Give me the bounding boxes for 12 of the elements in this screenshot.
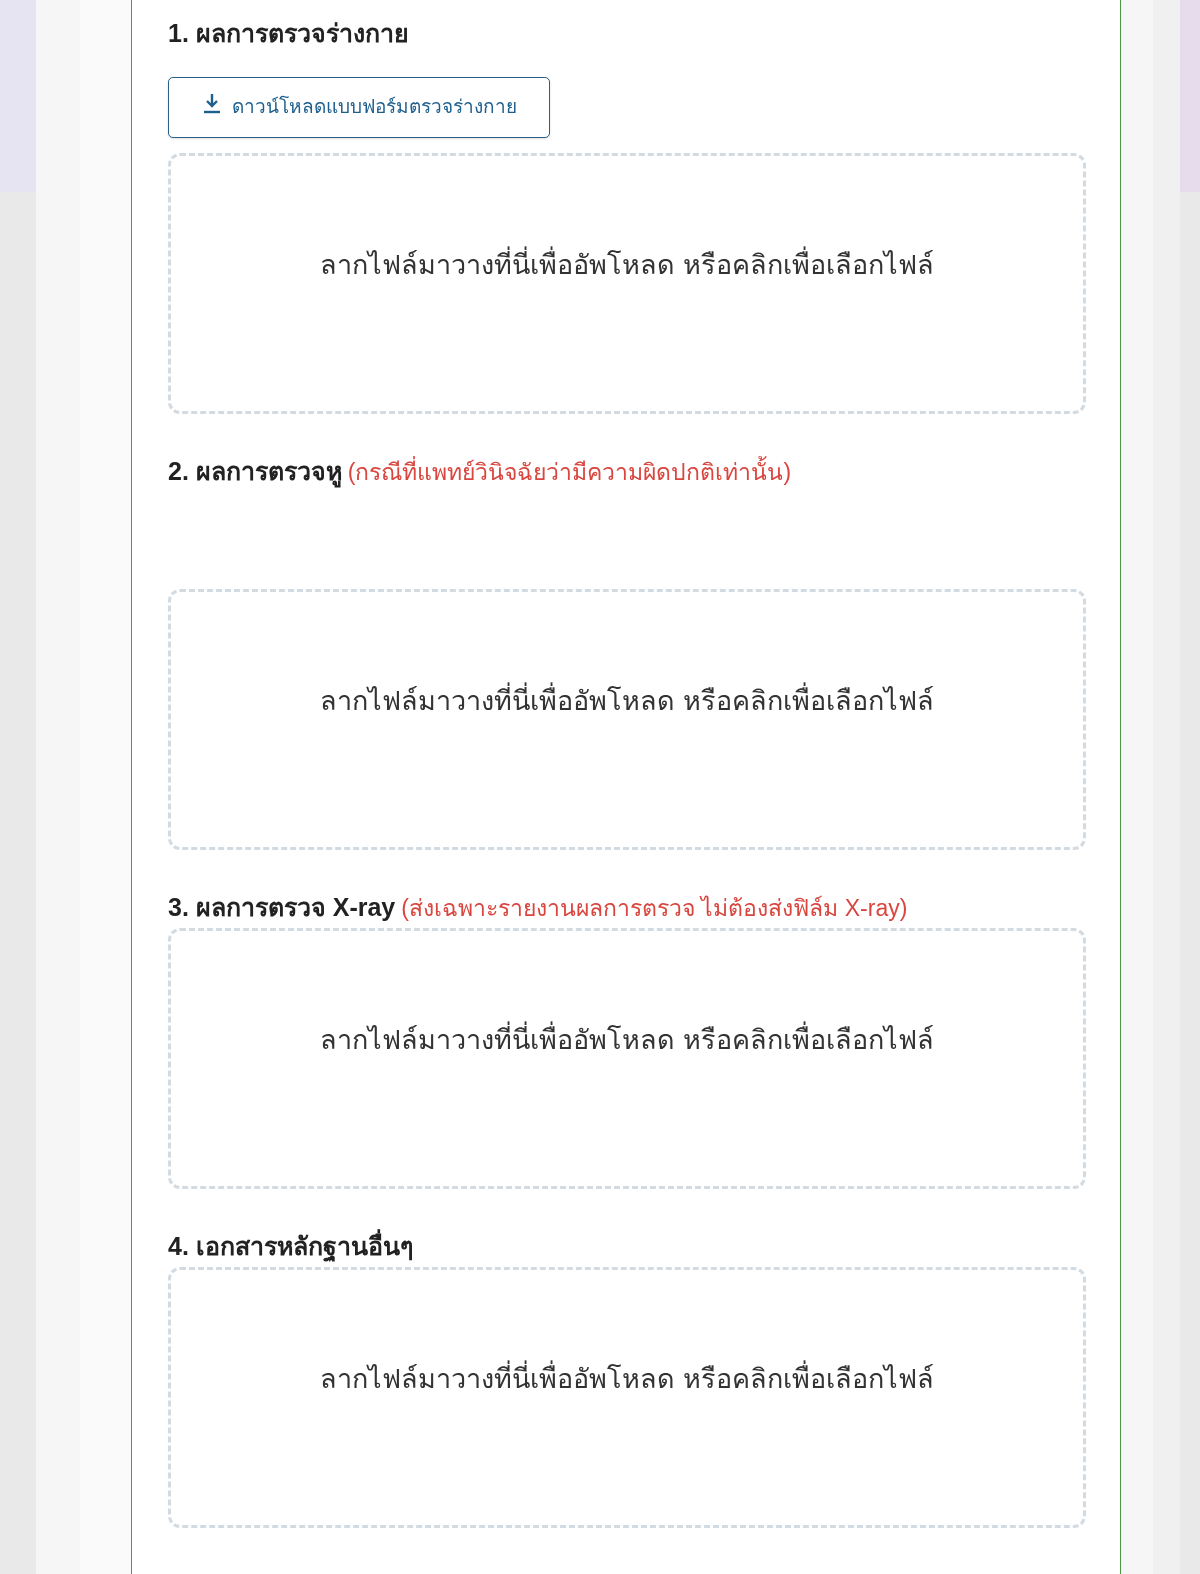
file-dropzone[interactable]: ลากไฟล์มาวางที่นี่เพื่ออัพโหลด หรือคลิกเพื่อเลือกไฟล์ (168, 153, 1086, 414)
section-note: (ส่งเฉพาะรายงานผลการตรวจ ไม่ต้องส่งฟิล์ม X-ray) (401, 893, 908, 923)
section-note: (กรณีที่แพทย์วินิจฉัยว่ามีความผิดปกติเท่านั้น) (347, 455, 792, 487)
section-heading: 1. ผลการตรวจร่างกาย (168, 18, 409, 50)
file-dropzone[interactable]: ลากไฟล์มาวางที่นี่เพื่ออัพโหลด หรือคลิกเพื่อเลือกไฟล์ (168, 1267, 1086, 1528)
section-heading: 4. เอกสารหลักฐานอื่นๆ (168, 1228, 413, 1266)
section-heading: 3. ผลการตรวจ X-ray (168, 892, 396, 924)
section-heading: 2. ผลการตรวจหู (168, 456, 342, 490)
file-dropzone[interactable]: ลากไฟล์มาวางที่นี่เพื่ออัพโหลด หรือคลิกเพื่อเลือกไฟล์ (168, 928, 1086, 1189)
download-icon (201, 92, 222, 115)
download-form-button[interactable]: ดาวน์โหลดแบบฟอร์มตรวจร่างกาย (168, 77, 550, 138)
file-dropzone[interactable]: ลากไฟล์มาวางที่นี่เพื่ออัพโหลด หรือคลิกเพื่อเลือกไฟล์ (168, 589, 1086, 850)
